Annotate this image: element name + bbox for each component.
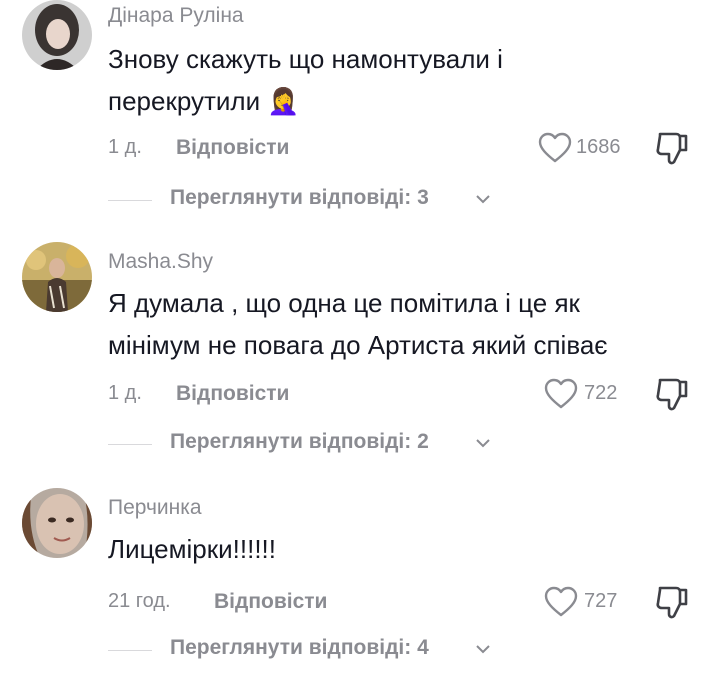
avatar[interactable] (22, 488, 92, 558)
heart-icon[interactable] (538, 132, 572, 164)
comment-text-line: мінімум не повага до Артиста який співає (108, 330, 608, 360)
heart-icon[interactable] (544, 586, 578, 618)
comment-text: Я думала , що одна це помітила і це як м… (108, 282, 698, 366)
view-replies-label: Переглянути відповіді: 2 (170, 430, 429, 453)
comment-meta: 1 д. Відповісти 722 (0, 378, 720, 412)
view-replies-button[interactable]: Переглянути відповіді: 2 (0, 430, 720, 460)
comment-time: 1 д. (108, 136, 142, 158)
comment-text-line: Знову скажуть що намонтували і (108, 44, 503, 74)
avatar[interactable] (22, 0, 92, 70)
reply-button[interactable]: Відповісти (214, 590, 327, 614)
thumbs-down-icon[interactable] (654, 130, 690, 166)
avatar[interactable] (22, 242, 92, 312)
view-replies-label: Переглянути відповіді: 3 (170, 186, 429, 209)
comment-meta: 21 год. Відповісти 727 (0, 586, 720, 620)
comment-text-line: Лицемірки!!!!!! (108, 534, 276, 564)
heart-icon[interactable] (544, 378, 578, 410)
like-count: 1686 (576, 136, 621, 158)
view-replies-button[interactable]: Переглянути відповіді: 4 (0, 636, 720, 666)
reply-button[interactable]: Відповісти (176, 382, 289, 406)
facepalm-emoji-icon: 🤦‍♀️ (267, 86, 300, 116)
comment-username[interactable]: Перчинка (108, 496, 202, 520)
chevron-down-icon (476, 195, 490, 204)
like-count: 727 (584, 590, 618, 612)
comment-meta: 1 д. Відповісти 1686 (0, 132, 720, 166)
comment-username[interactable]: Дінара Руліна (108, 4, 244, 28)
view-replies-button[interactable]: Переглянути відповіді: 3 (0, 186, 720, 216)
comment-text-line: Я думала , що одна це помітила і це як (108, 288, 580, 318)
comment-text: Знову скажуть що намонтували і перекрути… (108, 38, 698, 122)
divider (108, 444, 152, 445)
comment-text-span: перекрутили (108, 86, 261, 116)
view-replies-label: Переглянути відповіді: 4 (170, 636, 429, 659)
thumbs-down-icon[interactable] (654, 584, 690, 620)
like-count: 722 (584, 382, 618, 404)
comment-time: 21 год. (108, 590, 171, 612)
comment-username[interactable]: Masha.Shy (108, 250, 213, 274)
divider (108, 650, 152, 651)
divider (108, 200, 152, 201)
comment-text: Лицемірки!!!!!! (108, 528, 698, 570)
chevron-down-icon (476, 645, 490, 654)
comment-time: 1 д. (108, 382, 142, 404)
chevron-down-icon (476, 439, 490, 448)
comment-text-line: перекрутили 🤦‍♀️ (108, 80, 698, 122)
thumbs-down-icon[interactable] (654, 376, 690, 412)
reply-button[interactable]: Відповісти (176, 136, 289, 160)
